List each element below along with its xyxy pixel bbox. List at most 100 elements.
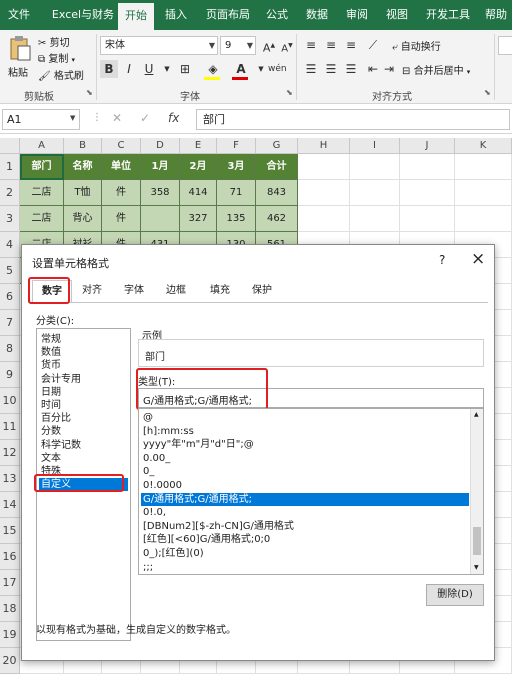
tab-formulas[interactable]: 公式 <box>260 0 294 30</box>
font-color-icon[interactable]: A <box>232 60 250 78</box>
select-all-corner[interactable] <box>0 138 20 154</box>
format-list-scrollbar[interactable]: ▲ ▼ <box>470 409 483 574</box>
scrollbar-thumb[interactable] <box>473 527 481 555</box>
column-header[interactable]: C <box>102 138 141 154</box>
tab-home[interactable]: 开始 <box>118 3 154 30</box>
copy-button[interactable]: ⧉ 复制 ▾ <box>38 50 75 65</box>
help-button[interactable]: ? <box>439 253 445 267</box>
table-cell[interactable]: 二店 <box>20 180 64 206</box>
category-item[interactable]: 文本 <box>39 452 128 465</box>
row-header[interactable]: 17 <box>0 570 20 596</box>
tab-number[interactable]: 数字 <box>32 280 72 302</box>
column-header[interactable]: A <box>20 138 64 154</box>
italic-button[interactable]: I <box>120 60 138 78</box>
row-header[interactable]: 2 <box>0 180 20 206</box>
format-list[interactable]: ▲ ▼ @ [h]:mm:ss yyyy"年"m"月"d"日";@ 0.00_ 0_ 0!… <box>138 408 484 575</box>
category-item[interactable]: 数值 <box>39 346 128 359</box>
formula-input[interactable]: 部门 <box>196 109 510 130</box>
tab-file[interactable]: 文件 <box>2 0 36 30</box>
tab-view[interactable]: 视图 <box>380 0 414 30</box>
row-header[interactable]: 13 <box>0 466 20 492</box>
column-header[interactable]: D <box>141 138 180 154</box>
table-cell[interactable]: 327 <box>180 206 217 232</box>
phonetic-icon[interactable]: wén <box>268 60 287 78</box>
row-header[interactable]: 4 <box>0 232 20 258</box>
table-cell[interactable]: 71 <box>217 180 256 206</box>
scroll-down-icon[interactable]: ▼ <box>474 564 479 571</box>
table-cell[interactable]: 358 <box>141 180 180 206</box>
type-input[interactable]: G/通用格式;G/通用格式; <box>138 388 484 408</box>
wrap-text-button[interactable]: ⤶ 自动换行 <box>392 38 441 53</box>
increase-font-icon[interactable]: A▲ <box>260 37 278 55</box>
format-item[interactable]: ;;; <box>141 561 469 574</box>
table-cell[interactable]: 背心 <box>64 206 102 232</box>
clipboard-launcher-icon[interactable]: ⬊ <box>86 88 93 97</box>
format-item[interactable]: 0_);[红色](0) <box>141 547 469 560</box>
paste-button[interactable]: 粘贴 <box>8 64 28 79</box>
tab-page-layout[interactable]: 页面布局 <box>200 0 256 30</box>
align-top-icon[interactable]: ≡ <box>302 36 320 54</box>
column-header[interactable]: E <box>180 138 217 154</box>
row-header[interactable]: 14 <box>0 492 20 518</box>
table-cell[interactable] <box>141 206 180 232</box>
column-header[interactable]: H <box>298 138 350 154</box>
column-header[interactable]: B <box>64 138 102 154</box>
number-format-select[interactable] <box>498 36 512 55</box>
row-header[interactable]: 8 <box>0 336 20 362</box>
category-item[interactable]: 时间 <box>39 399 128 412</box>
row-header[interactable]: 3 <box>0 206 20 232</box>
header-cell[interactable]: 1月 <box>141 154 180 180</box>
header-cell[interactable]: 单位 <box>102 154 141 180</box>
format-item[interactable]: 0.00_ <box>141 452 469 465</box>
row-header[interactable]: 19 <box>0 622 20 648</box>
row-header[interactable]: 16 <box>0 544 20 570</box>
column-header[interactable]: I <box>350 138 400 154</box>
table-cell[interactable]: 二店 <box>20 206 64 232</box>
format-item[interactable]: G/通用格式;G/通用格式; <box>141 492 469 506</box>
format-item[interactable]: [DBNum2][$-zh-CN]G/通用格式 <box>141 520 469 533</box>
underline-button[interactable]: U <box>140 60 158 78</box>
chevron-down-icon[interactable]: ▼ <box>158 60 176 78</box>
category-item[interactable]: 货币 <box>39 359 128 372</box>
align-right-icon[interactable]: ☰ <box>342 60 360 78</box>
row-header[interactable]: 9 <box>0 362 20 388</box>
name-box[interactable]: A1 <box>2 109 80 130</box>
row-header[interactable]: 20 <box>0 648 20 674</box>
border-icon[interactable]: ⊞ <box>176 60 194 78</box>
enter-icon[interactable]: ✓ <box>140 111 150 125</box>
tab-insert[interactable]: 插入 <box>158 0 194 30</box>
header-cell[interactable]: 2月 <box>180 154 217 180</box>
row-header[interactable]: 11 <box>0 414 20 440</box>
category-item[interactable]: 百分比 <box>39 412 128 425</box>
table-cell[interactable]: 414 <box>180 180 217 206</box>
decrease-font-icon[interactable]: A▼ <box>278 37 296 55</box>
increase-indent-icon[interactable]: ⇥ <box>380 60 398 78</box>
format-item[interactable]: @ <box>141 411 469 424</box>
row-header[interactable]: 6 <box>0 284 20 310</box>
align-middle-icon[interactable]: ≡ <box>322 36 340 54</box>
format-item[interactable]: 0!.0000 <box>141 479 469 492</box>
category-list[interactable]: 常规 数值 货币 会计专用 日期 时间 百分比 分数 科学记数 文本 特殊 自定义 <box>36 328 131 641</box>
category-item[interactable]: 特殊 <box>39 465 128 478</box>
row-header[interactable]: 10 <box>0 388 20 414</box>
header-cell[interactable]: 3月 <box>217 154 256 180</box>
tab-alignment[interactable]: 对齐 <box>74 280 110 302</box>
orientation-icon[interactable]: ⟋ <box>364 36 382 54</box>
tab-excel-finance[interactable]: Excel与财务 <box>48 0 118 30</box>
table-cell[interactable]: 843 <box>256 180 298 206</box>
tab-border[interactable]: 边框 <box>158 280 194 302</box>
category-item[interactable]: 日期 <box>39 386 128 399</box>
row-header[interactable]: 18 <box>0 596 20 622</box>
tab-fill[interactable]: 填充 <box>202 280 238 302</box>
format-item[interactable]: yyyy"年"m"月"d"日";@ <box>141 438 469 451</box>
table-cell[interactable]: 135 <box>217 206 256 232</box>
align-left-icon[interactable]: ☰ <box>302 60 320 78</box>
category-item[interactable]: 分数 <box>39 425 128 438</box>
font-size-select[interactable]: 9 ▼ <box>220 36 256 55</box>
tab-data[interactable]: 数据 <box>300 0 334 30</box>
bold-button[interactable]: B <box>100 60 118 78</box>
row-header[interactable]: 7 <box>0 310 20 336</box>
row-header[interactable]: 1 <box>0 154 20 180</box>
format-item[interactable]: 0_ <box>141 465 469 478</box>
tab-review[interactable]: 审阅 <box>340 0 374 30</box>
